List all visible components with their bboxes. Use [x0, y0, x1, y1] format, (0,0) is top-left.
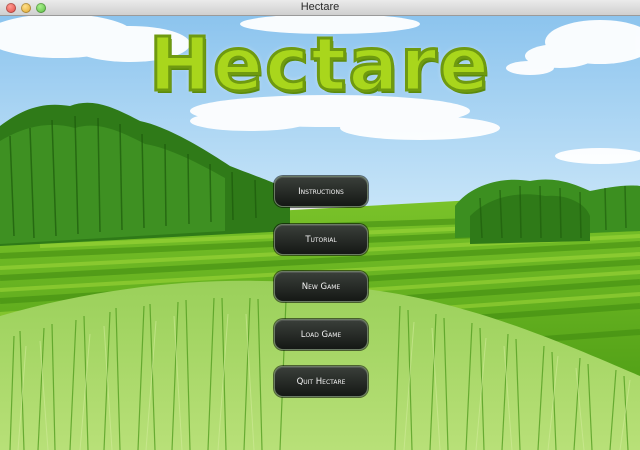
game-logo-title: Hectare — [148, 21, 491, 110]
instructions-button[interactable]: Instructions — [274, 176, 368, 207]
quit-button[interactable]: Quit Hectare — [274, 366, 368, 397]
game-window: Hectare Hectare Instructions Tutorial Ne… — [0, 0, 640, 450]
window-title: Hectare — [300, 1, 340, 13]
main-menu: Instructions Tutorial New Game Load Game… — [274, 176, 368, 414]
title-bar[interactable]: Hectare — [0, 0, 640, 16]
load-game-button[interactable]: Load Game — [274, 318, 368, 350]
tutorial-button[interactable]: Tutorial — [274, 223, 368, 255]
new-game-button[interactable]: New Game — [274, 271, 368, 302]
